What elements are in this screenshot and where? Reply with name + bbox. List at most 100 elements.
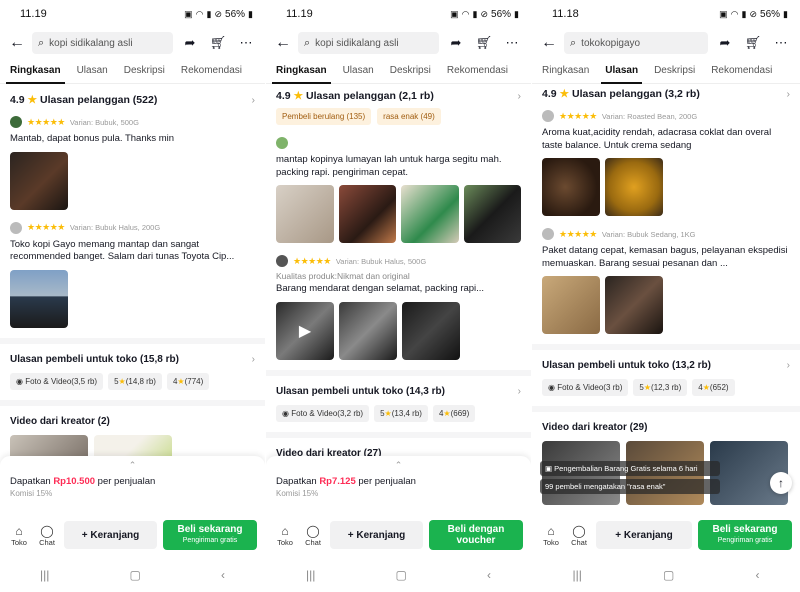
filter-4-star[interactable]: 4★(774)	[166, 372, 210, 390]
filter-5-star[interactable]: 5★(12,3 rb)	[633, 379, 688, 396]
chevron-up-icon[interactable]: ⌃	[10, 460, 255, 470]
scroll-content[interactable]: 4.9 ★ Ulasan pelanggan (522) › ★★★★★ Varia…	[0, 84, 265, 512]
review-item[interactable]: ★★★★★ Varian: Bubuk Halus, 500G Kualitas…	[266, 251, 531, 368]
review-item[interactable]: mantap kopinya lumayan lah untuk harga s…	[266, 133, 531, 251]
review-video[interactable]: ▶	[276, 301, 334, 360]
nav-back-icon[interactable]: ‹	[755, 568, 759, 582]
avatar	[276, 255, 288, 267]
more-icon[interactable]: ⋯	[501, 35, 523, 51]
filter-5-star[interactable]: 5★(13,4 rb)	[374, 404, 428, 422]
review-photo[interactable]	[338, 185, 396, 243]
search-input[interactable]: ⌕ kopi sidikalang asli	[298, 32, 439, 54]
tab-ringkasan[interactable]: Ringkasan	[6, 65, 65, 84]
chat-button[interactable]: ◯ Chat	[568, 524, 590, 547]
recent-apps-icon[interactable]: |||	[573, 568, 582, 582]
star-icon: ★	[443, 408, 451, 418]
share-icon[interactable]: ➦	[714, 35, 736, 51]
store-reviews-header[interactable]: Ulasan pembeli untuk toko (14,3 rb) ›	[266, 378, 531, 405]
review-photo[interactable]	[10, 151, 68, 210]
cart-icon[interactable]: 🛒︎	[473, 35, 495, 51]
buy-now-button[interactable]: Beli sekarang Pengiriman gratis	[698, 520, 792, 550]
review-item[interactable]: ★★★★★ Varian: Roasted Bean, 200G Aroma k…	[532, 106, 800, 224]
reviews-header[interactable]: 4.9 ★ Ulasan pelanggan (2,1 rb) ›	[266, 84, 531, 108]
tab-ulasan[interactable]: Ulasan	[343, 65, 374, 83]
review-photo[interactable]	[605, 158, 663, 216]
tab-ringkasan[interactable]: Ringkasan	[542, 65, 589, 83]
commission-panel[interactable]: ⌃ Dapatkan Rp10.500 per penjualan Komisi…	[0, 456, 265, 512]
avatar	[542, 228, 554, 240]
chip-tasty[interactable]: rasa enak (49)	[377, 108, 441, 125]
review-photo[interactable]	[402, 301, 460, 360]
tab-deskripsi[interactable]: Deskripsi	[654, 65, 695, 83]
review-photo[interactable]	[276, 185, 334, 243]
home-icon[interactable]: ▢	[396, 568, 407, 582]
search-input[interactable]: ⌕ kopi sidikalang asli	[32, 32, 173, 54]
filter-photo-video[interactable]: ◉ Foto & Video(3,5 rb)	[10, 372, 104, 390]
recent-apps-icon[interactable]: |||	[306, 568, 315, 582]
store-button[interactable]: ⌂ Toko	[274, 524, 296, 547]
more-icon[interactable]: ⋯	[770, 35, 792, 51]
reviews-header[interactable]: 4.9 ★ Ulasan pelanggan (522) ›	[0, 84, 265, 112]
share-icon[interactable]: ➦	[179, 35, 201, 51]
scroll-content[interactable]: 4.9 ★ Ulasan pelanggan (3,2 rb) › ★★★★★ Va…	[532, 84, 800, 512]
review-item[interactable]: ★★★★★ Varian: Bubuk Halus, 200G Toko kop…	[0, 218, 265, 336]
tab-ringkasan[interactable]: Ringkasan	[272, 65, 331, 84]
filter-photo-video[interactable]: ◉ Foto & Video(3 rb)	[542, 379, 629, 396]
tab-rekomendasi[interactable]: Rekomendasi	[711, 65, 772, 83]
chevron-up-icon[interactable]: ⌃	[276, 460, 521, 470]
search-input[interactable]: ⌕ tokokopigayo	[564, 32, 708, 54]
add-to-cart-button[interactable]: + Keranjang	[330, 521, 423, 549]
home-icon[interactable]: ▢	[663, 568, 674, 582]
tab-deskripsi[interactable]: Deskripsi	[124, 65, 165, 83]
home-icon[interactable]: ▢	[130, 568, 141, 582]
chat-button[interactable]: ◯ Chat	[36, 524, 58, 547]
creator-videos-header[interactable]: Video dari kreator (2)	[0, 408, 265, 435]
arrow-left-icon[interactable]: ←	[540, 34, 558, 52]
store-reviews-header[interactable]: Ulasan pembeli untuk toko (15,8 rb) ›	[0, 346, 265, 373]
add-to-cart-button[interactable]: + Keranjang	[596, 521, 692, 549]
filter-4-star[interactable]: 4★(669)	[432, 404, 476, 422]
store-reviews-title: Ulasan pembeli untuk toko (14,3 rb)	[276, 385, 445, 397]
scroll-top-icon[interactable]: ↑	[770, 472, 792, 494]
review-photo[interactable]	[542, 158, 600, 216]
tab-rekomendasi[interactable]: Rekomendasi	[181, 65, 242, 83]
arrow-left-icon[interactable]: ←	[8, 34, 26, 52]
tab-deskripsi[interactable]: Deskripsi	[390, 65, 431, 83]
filter-5-star[interactable]: 5★(14,8 rb)	[108, 372, 162, 390]
tab-ulasan[interactable]: Ulasan	[601, 65, 642, 84]
review-photo[interactable]	[339, 301, 397, 360]
cart-icon[interactable]: 🛒︎	[207, 35, 229, 51]
review-photo[interactable]	[605, 276, 663, 334]
review-item[interactable]: ★★★★★ Varian: Bubuk Sedang, 1KG Paket da…	[532, 224, 800, 342]
reviews-header[interactable]: 4.9 ★ Ulasan pelanggan (3,2 rb) ›	[532, 84, 800, 106]
review-item[interactable]: ★★★★★ Varian: Bubuk, 500G Mantab, dapat …	[0, 112, 265, 218]
creator-videos-header[interactable]: Video dari kreator (29)	[532, 414, 800, 441]
share-icon[interactable]: ➦	[445, 35, 467, 51]
review-photo[interactable]	[463, 185, 521, 243]
review-photo[interactable]	[542, 276, 600, 334]
filter-photo-video[interactable]: ◉ Foto & Video(3,2 rb)	[276, 404, 370, 422]
commission-panel[interactable]: ⌃ Dapatkan Rp7.125 per penjualan Komisi …	[266, 456, 531, 512]
buy-now-button[interactable]: Beli sekarang Pengiriman gratis	[163, 520, 257, 550]
more-icon[interactable]: ⋯	[235, 35, 257, 51]
filter-4-star[interactable]: 4★(652)	[692, 379, 735, 396]
store-button[interactable]: ⌂ Toko	[8, 524, 30, 547]
tab-ulasan[interactable]: Ulasan	[77, 65, 108, 83]
nav-back-icon[interactable]: ‹	[487, 568, 491, 582]
cart-icon[interactable]: 🛒︎	[742, 35, 764, 51]
buy-with-voucher-button[interactable]: Beli dengan voucher	[429, 520, 523, 550]
store-button[interactable]: ⌂ Toko	[540, 524, 562, 547]
scroll-content[interactable]: 4.9 ★ Ulasan pelanggan (2,1 rb) › Pembeli …	[266, 84, 531, 512]
store-reviews-header[interactable]: Ulasan pembeli untuk toko (13,2 rb) ›	[532, 352, 800, 379]
chat-button[interactable]: ◯ Chat	[302, 524, 324, 547]
nav-back-icon[interactable]: ‹	[221, 568, 225, 582]
review-photo[interactable]	[10, 269, 68, 328]
recent-apps-icon[interactable]: |||	[40, 568, 49, 582]
arrow-left-icon[interactable]: ←	[274, 34, 292, 52]
review-photo[interactable]	[401, 185, 459, 243]
chip-repeat-buyers[interactable]: Pembeli berulang (135)	[276, 108, 372, 125]
tab-rekomendasi[interactable]: Rekomendasi	[447, 65, 508, 83]
add-to-cart-button[interactable]: + Keranjang	[64, 521, 157, 549]
rating-value: 4.9	[542, 88, 557, 100]
battery-icon: ▮	[248, 8, 253, 19]
